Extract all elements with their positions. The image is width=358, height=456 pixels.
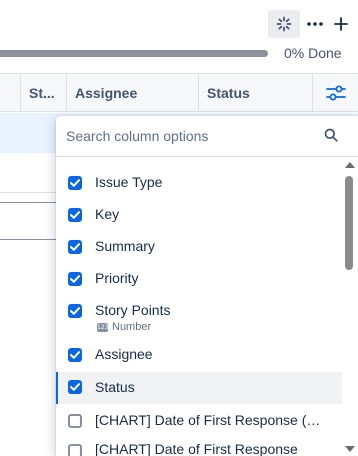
- checkbox-unchecked[interactable]: [68, 444, 82, 456]
- checkbox-checked[interactable]: [68, 380, 82, 394]
- scroll-up-arrow-icon[interactable]: [345, 162, 355, 168]
- column-option-chart-first-response-mi[interactable]: [CHART] Date of First Response (mi...: [56, 406, 342, 438]
- column-option-label: [CHART] Date of First Response (mi...: [95, 412, 327, 428]
- column-options-popup: Search column options Issue Type Key Sum…: [56, 116, 358, 456]
- row-divider: [0, 192, 60, 193]
- column-option-assignee[interactable]: Assignee: [56, 332, 342, 362]
- checkbox-checked[interactable]: [68, 272, 82, 286]
- add-icon[interactable]: [330, 10, 352, 38]
- search-icon: [324, 128, 338, 147]
- scrollbar[interactable]: [342, 158, 358, 456]
- checkbox-checked[interactable]: [68, 304, 82, 318]
- column-option-label: Status: [95, 379, 135, 395]
- column-option-label: Issue Type: [95, 174, 163, 190]
- scrollbar-thumb[interactable]: [345, 176, 353, 270]
- column-option-label: [CHART] Date of First Response: [95, 441, 298, 456]
- column-option-label: Priority: [95, 270, 139, 286]
- column-header-story-points[interactable]: St...: [20, 74, 66, 111]
- toolbar: [268, 10, 352, 38]
- inline-edit-field[interactable]: [0, 202, 62, 240]
- more-icon[interactable]: [304, 10, 326, 38]
- column-header-status[interactable]: Status: [198, 74, 312, 111]
- column-option-story-points[interactable]: Story Points 123 Number: [56, 286, 342, 333]
- number-icon: 123: [97, 322, 109, 332]
- column-option-issue-type[interactable]: Issue Type: [56, 158, 342, 190]
- column-header-assignee[interactable]: Assignee: [66, 74, 198, 111]
- column-option-status[interactable]: Status: [56, 372, 342, 404]
- scroll-down-arrow-icon[interactable]: [345, 446, 355, 452]
- checkbox-checked[interactable]: [68, 208, 82, 222]
- checkbox-checked[interactable]: [68, 240, 82, 254]
- checkbox-unchecked[interactable]: [68, 414, 82, 428]
- column-option-label: Key: [95, 206, 120, 222]
- column-option-priority[interactable]: Priority: [56, 254, 342, 286]
- progress-bar: [0, 50, 268, 57]
- column-option-summary[interactable]: Summary: [56, 222, 342, 254]
- column-option-label: Story Points: [95, 302, 171, 318]
- checkbox-checked[interactable]: [68, 176, 82, 190]
- table-header: St... Assignee Status: [0, 73, 358, 112]
- column-settings-icon[interactable]: [312, 74, 358, 111]
- column-search-field[interactable]: Search column options: [56, 116, 358, 157]
- column-option-key[interactable]: Key: [56, 190, 342, 222]
- column-option-chart-first-response[interactable]: [CHART] Date of First Response: [56, 438, 342, 456]
- column-option-label: Summary: [95, 238, 155, 254]
- column-option-label: Assignee: [95, 346, 153, 362]
- progress-label: 0% Done: [284, 45, 342, 61]
- loading-sparkle-icon[interactable]: [268, 10, 300, 38]
- column-header-partial: [0, 74, 20, 111]
- column-search-placeholder: Search column options: [66, 128, 209, 144]
- checkbox-checked[interactable]: [68, 348, 82, 362]
